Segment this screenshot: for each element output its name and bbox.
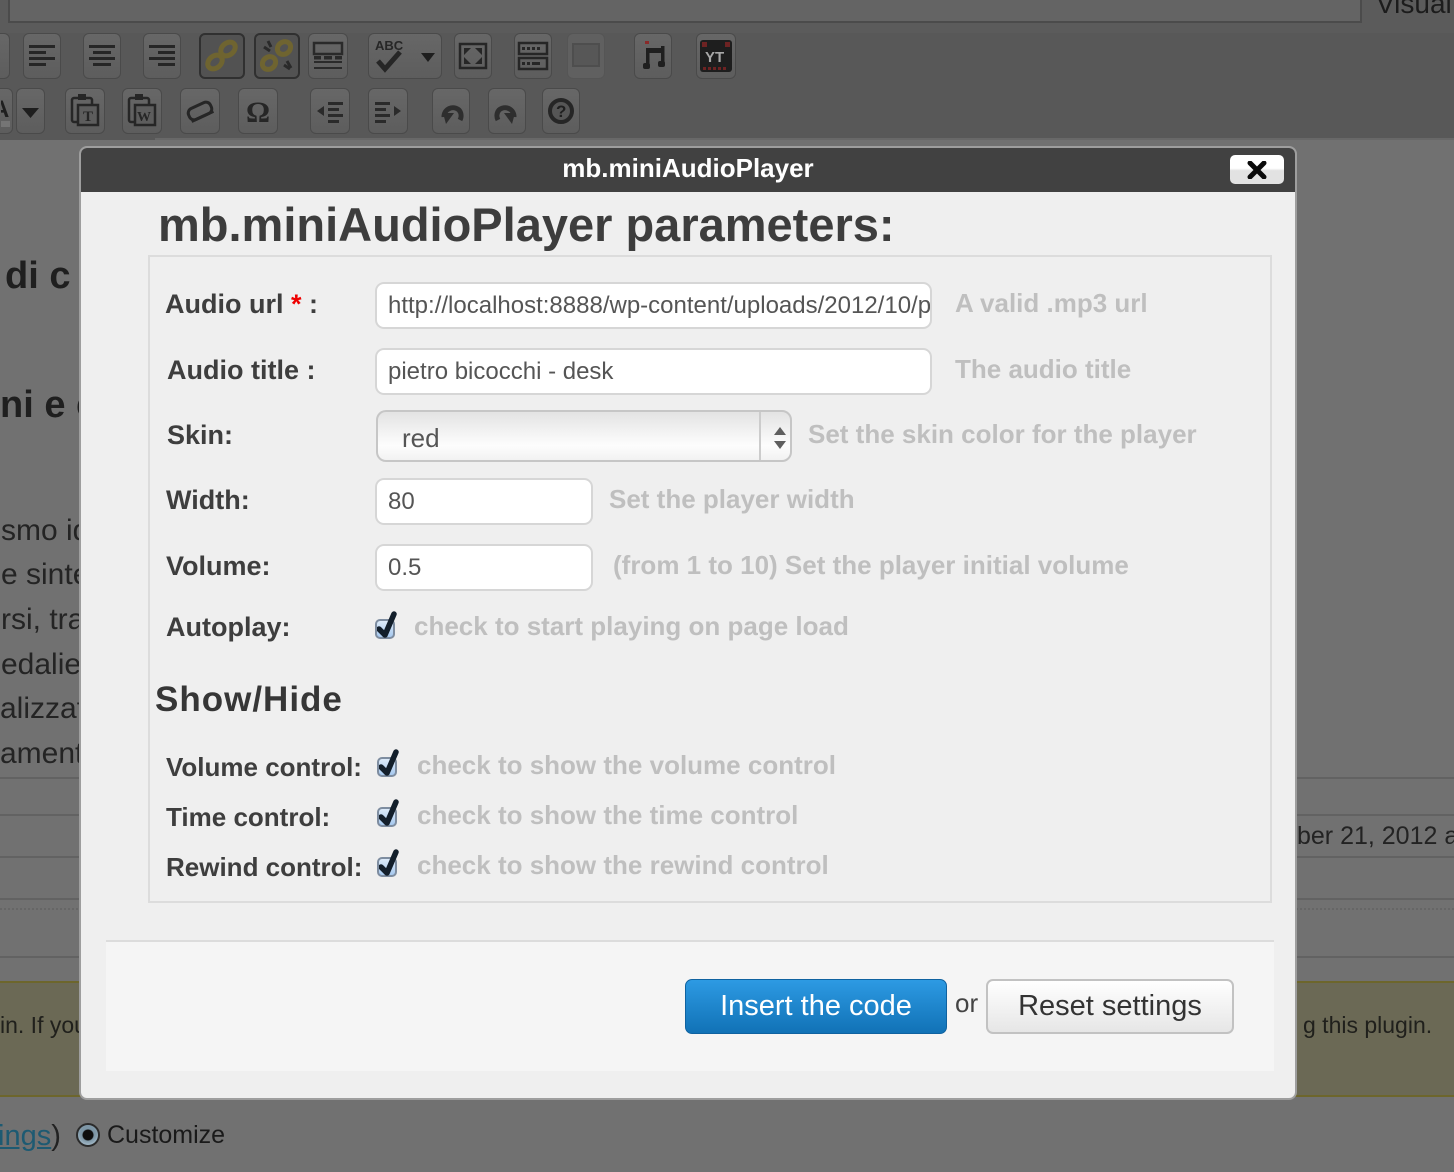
svg-text:T: T: [83, 109, 93, 125]
svg-text:Ω: Ω: [246, 96, 270, 129]
svg-text:?: ?: [556, 102, 566, 121]
svg-text:YT: YT: [705, 49, 724, 66]
svg-text:ABC: ABC: [375, 38, 404, 53]
svg-text:A: A: [1, 96, 9, 123]
svg-text:W: W: [137, 110, 151, 125]
